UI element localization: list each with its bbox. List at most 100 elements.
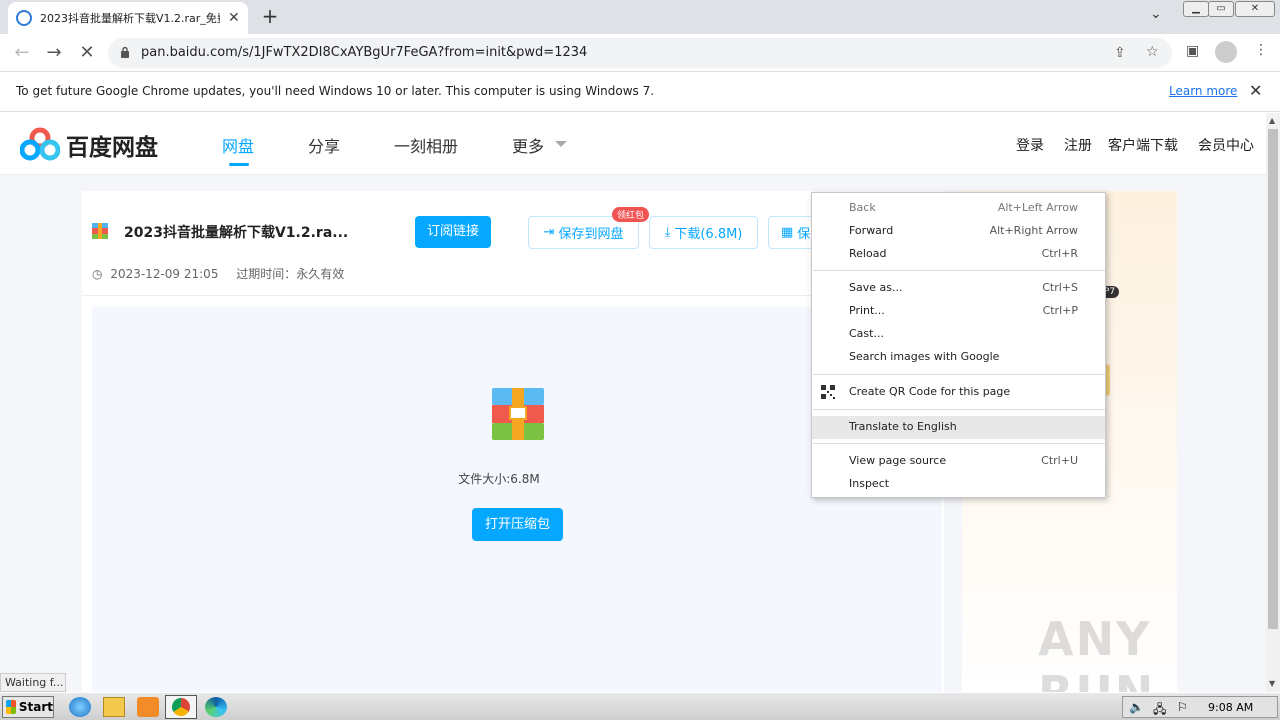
menu-item-create-qr[interactable]: Create QR Code for this page	[812, 381, 1105, 404]
menu-item-shortcut: Ctrl+U	[1041, 454, 1078, 467]
tab-close-icon[interactable]: ✕	[228, 10, 240, 26]
infobar-message: To get future Google Chrome updates, you…	[16, 84, 655, 98]
menu-item-back[interactable]: Back Alt+Left Arrow	[812, 197, 1105, 220]
menu-separator	[813, 374, 1105, 375]
bookmark-star-icon[interactable]: ☆	[1146, 44, 1159, 60]
internet-explorer-icon[interactable]	[69, 697, 91, 717]
menu-item-label: Cast...	[849, 327, 884, 340]
menu-item-save-as[interactable]: Save as... Ctrl+S	[812, 277, 1105, 300]
menu-item-reload[interactable]: Reload Ctrl+R	[812, 243, 1105, 266]
archive-large-icon	[492, 388, 544, 440]
register-link[interactable]: 注册	[1064, 135, 1092, 155]
menu-item-search-images[interactable]: Search images with Google	[812, 346, 1105, 369]
edge-icon[interactable]	[205, 697, 227, 717]
profile-avatar-icon[interactable]	[1215, 41, 1237, 63]
menu-item-shortcut: Ctrl+R	[1041, 247, 1078, 260]
chrome-taskbar-button[interactable]	[165, 695, 197, 719]
menu-item-label: Print...	[849, 304, 885, 317]
share-date: 2023-12-09 21:05	[110, 267, 219, 281]
scrollbar-thumb[interactable]	[1268, 129, 1278, 629]
windows-flag-icon	[6, 700, 16, 714]
baidu-favicon-icon	[16, 10, 32, 26]
back-arrow-icon[interactable]: ←	[11, 42, 33, 64]
menu-item-cast[interactable]: Cast...	[812, 323, 1105, 346]
menu-kebab-icon[interactable]: ⋮	[1254, 42, 1268, 58]
download-label: 下载(6.8M)	[674, 227, 743, 242]
menu-item-shortcut: Alt+Right Arrow	[989, 224, 1078, 237]
menu-item-label: Search images with Google	[849, 350, 1000, 363]
file-explorer-icon[interactable]	[103, 697, 125, 717]
menu-separator	[813, 443, 1105, 444]
menu-separator	[813, 270, 1105, 271]
download-icon: ⤓	[664, 225, 671, 240]
scroll-up-arrow-icon[interactable]: ▲	[1269, 116, 1275, 125]
menu-item-label: Reload	[849, 247, 887, 260]
menu-item-label: Inspect	[849, 477, 890, 490]
menu-item-inspect[interactable]: Inspect	[812, 473, 1105, 496]
save-icon: ⇥	[543, 225, 555, 240]
nav-more[interactable]: 更多	[512, 133, 544, 157]
tab-search-chevron-icon[interactable]: ⌄	[1150, 6, 1162, 22]
nav-netdisk[interactable]: 网盘	[222, 133, 254, 157]
url-text: pan.baidu.com/s/1JFwTX2DI8CxAYBgUr7FeGA?…	[141, 45, 588, 60]
site-header: 百度网盘 网盘 分享 一刻相册 更多 登录 注册 客户端下载 会员中心	[0, 113, 1266, 175]
site-logo-text: 百度网盘	[66, 135, 158, 161]
address-bar[interactable]: pan.baidu.com/s/1JFwTX2DI8CxAYBgUr7FeGA?…	[108, 38, 1172, 68]
menu-item-label: Save as...	[849, 281, 903, 294]
nav-album[interactable]: 一刻相册	[394, 133, 458, 157]
menu-item-view-source[interactable]: View page source Ctrl+U	[812, 450, 1105, 473]
qr-grid-icon: ▦	[781, 225, 794, 240]
learn-more-link[interactable]: Learn more	[1169, 84, 1237, 98]
update-infobar: To get future Google Chrome updates, you…	[0, 72, 1280, 112]
tab-title: 2023抖音批量解析下载V1.2.rar_免费	[40, 12, 220, 25]
share-icon[interactable]: ⇪	[1114, 45, 1126, 61]
window-close-button[interactable]: ✕	[1235, 1, 1275, 17]
menu-item-print[interactable]: Print... Ctrl+P	[812, 300, 1105, 323]
menu-item-label: Create QR Code for this page	[849, 385, 1011, 398]
file-meta: ◷ 2023-12-09 21:05 过期时间：永久有效	[92, 265, 344, 282]
archive-file-icon	[92, 223, 108, 239]
expiry-text: 过期时间：永久有效	[236, 267, 345, 281]
context-menu: Back Alt+Left Arrow Forward Alt+Right Ar…	[811, 192, 1106, 498]
windows-taskbar: Start 🔈 🖧 ⚐ 9:08 AM	[0, 692, 1280, 720]
third-action-label: 保	[797, 227, 811, 242]
baidu-netdisk-logo-icon	[20, 127, 60, 161]
open-archive-button[interactable]: 打开压缩包	[472, 508, 563, 541]
member-center-link[interactable]: 会员中心	[1198, 135, 1254, 155]
subscribe-button[interactable]: 订阅链接	[415, 216, 491, 248]
page-scrollbar[interactable]: ▲ ▼	[1266, 113, 1280, 692]
start-button[interactable]: Start	[2, 696, 54, 718]
chrome-icon	[172, 698, 190, 716]
infobar-close-icon[interactable]: ✕	[1249, 81, 1262, 100]
client-download-link[interactable]: 客户端下载	[1108, 135, 1178, 155]
nav-active-indicator	[229, 163, 249, 166]
volume-icon[interactable]: 🔈	[1129, 700, 1144, 714]
media-player-icon[interactable]	[137, 697, 159, 717]
taskbar-clock[interactable]: 9:08 AM	[1208, 701, 1253, 714]
download-button[interactable]: ⤓ 下载(6.8M)	[649, 216, 758, 249]
menu-item-translate[interactable]: Translate to English	[812, 416, 1105, 439]
status-bubble: Waiting f...	[0, 673, 66, 692]
clock-icon: ◷	[92, 267, 103, 281]
login-link[interactable]: 登录	[1016, 135, 1044, 155]
minimize-button[interactable]: ▁	[1183, 1, 1209, 17]
network-icon[interactable]: 🖧	[1153, 700, 1166, 721]
new-tab-button[interactable]: +	[260, 4, 280, 28]
nav-share[interactable]: 分享	[308, 133, 340, 157]
menu-item-label: Forward	[849, 224, 894, 237]
start-label: Start	[18, 700, 53, 714]
file-size: 文件大小:6.8M	[458, 472, 540, 486]
menu-item-shortcut: Ctrl+S	[1042, 281, 1078, 294]
file-name: 2023抖音批量解析下载V1.2.ra...	[124, 225, 349, 241]
stop-loading-icon[interactable]: ✕	[76, 42, 98, 64]
browser-tab[interactable]: 2023抖音批量解析下载V1.2.rar_免费 ✕	[8, 2, 248, 34]
menu-separator	[813, 409, 1105, 410]
forward-arrow-icon[interactable]: →	[43, 42, 65, 64]
maximize-button[interactable]: ▭	[1208, 1, 1234, 17]
save-to-netdisk-label: 保存到网盘	[558, 227, 624, 242]
action-center-flag-icon[interactable]: ⚐	[1177, 700, 1188, 714]
menu-item-forward[interactable]: Forward Alt+Right Arrow	[812, 220, 1105, 243]
side-panel-icon[interactable]: ▣	[1186, 43, 1199, 59]
menu-item-label: View page source	[849, 454, 947, 467]
red-packet-badge[interactable]: 领红包	[612, 207, 650, 222]
